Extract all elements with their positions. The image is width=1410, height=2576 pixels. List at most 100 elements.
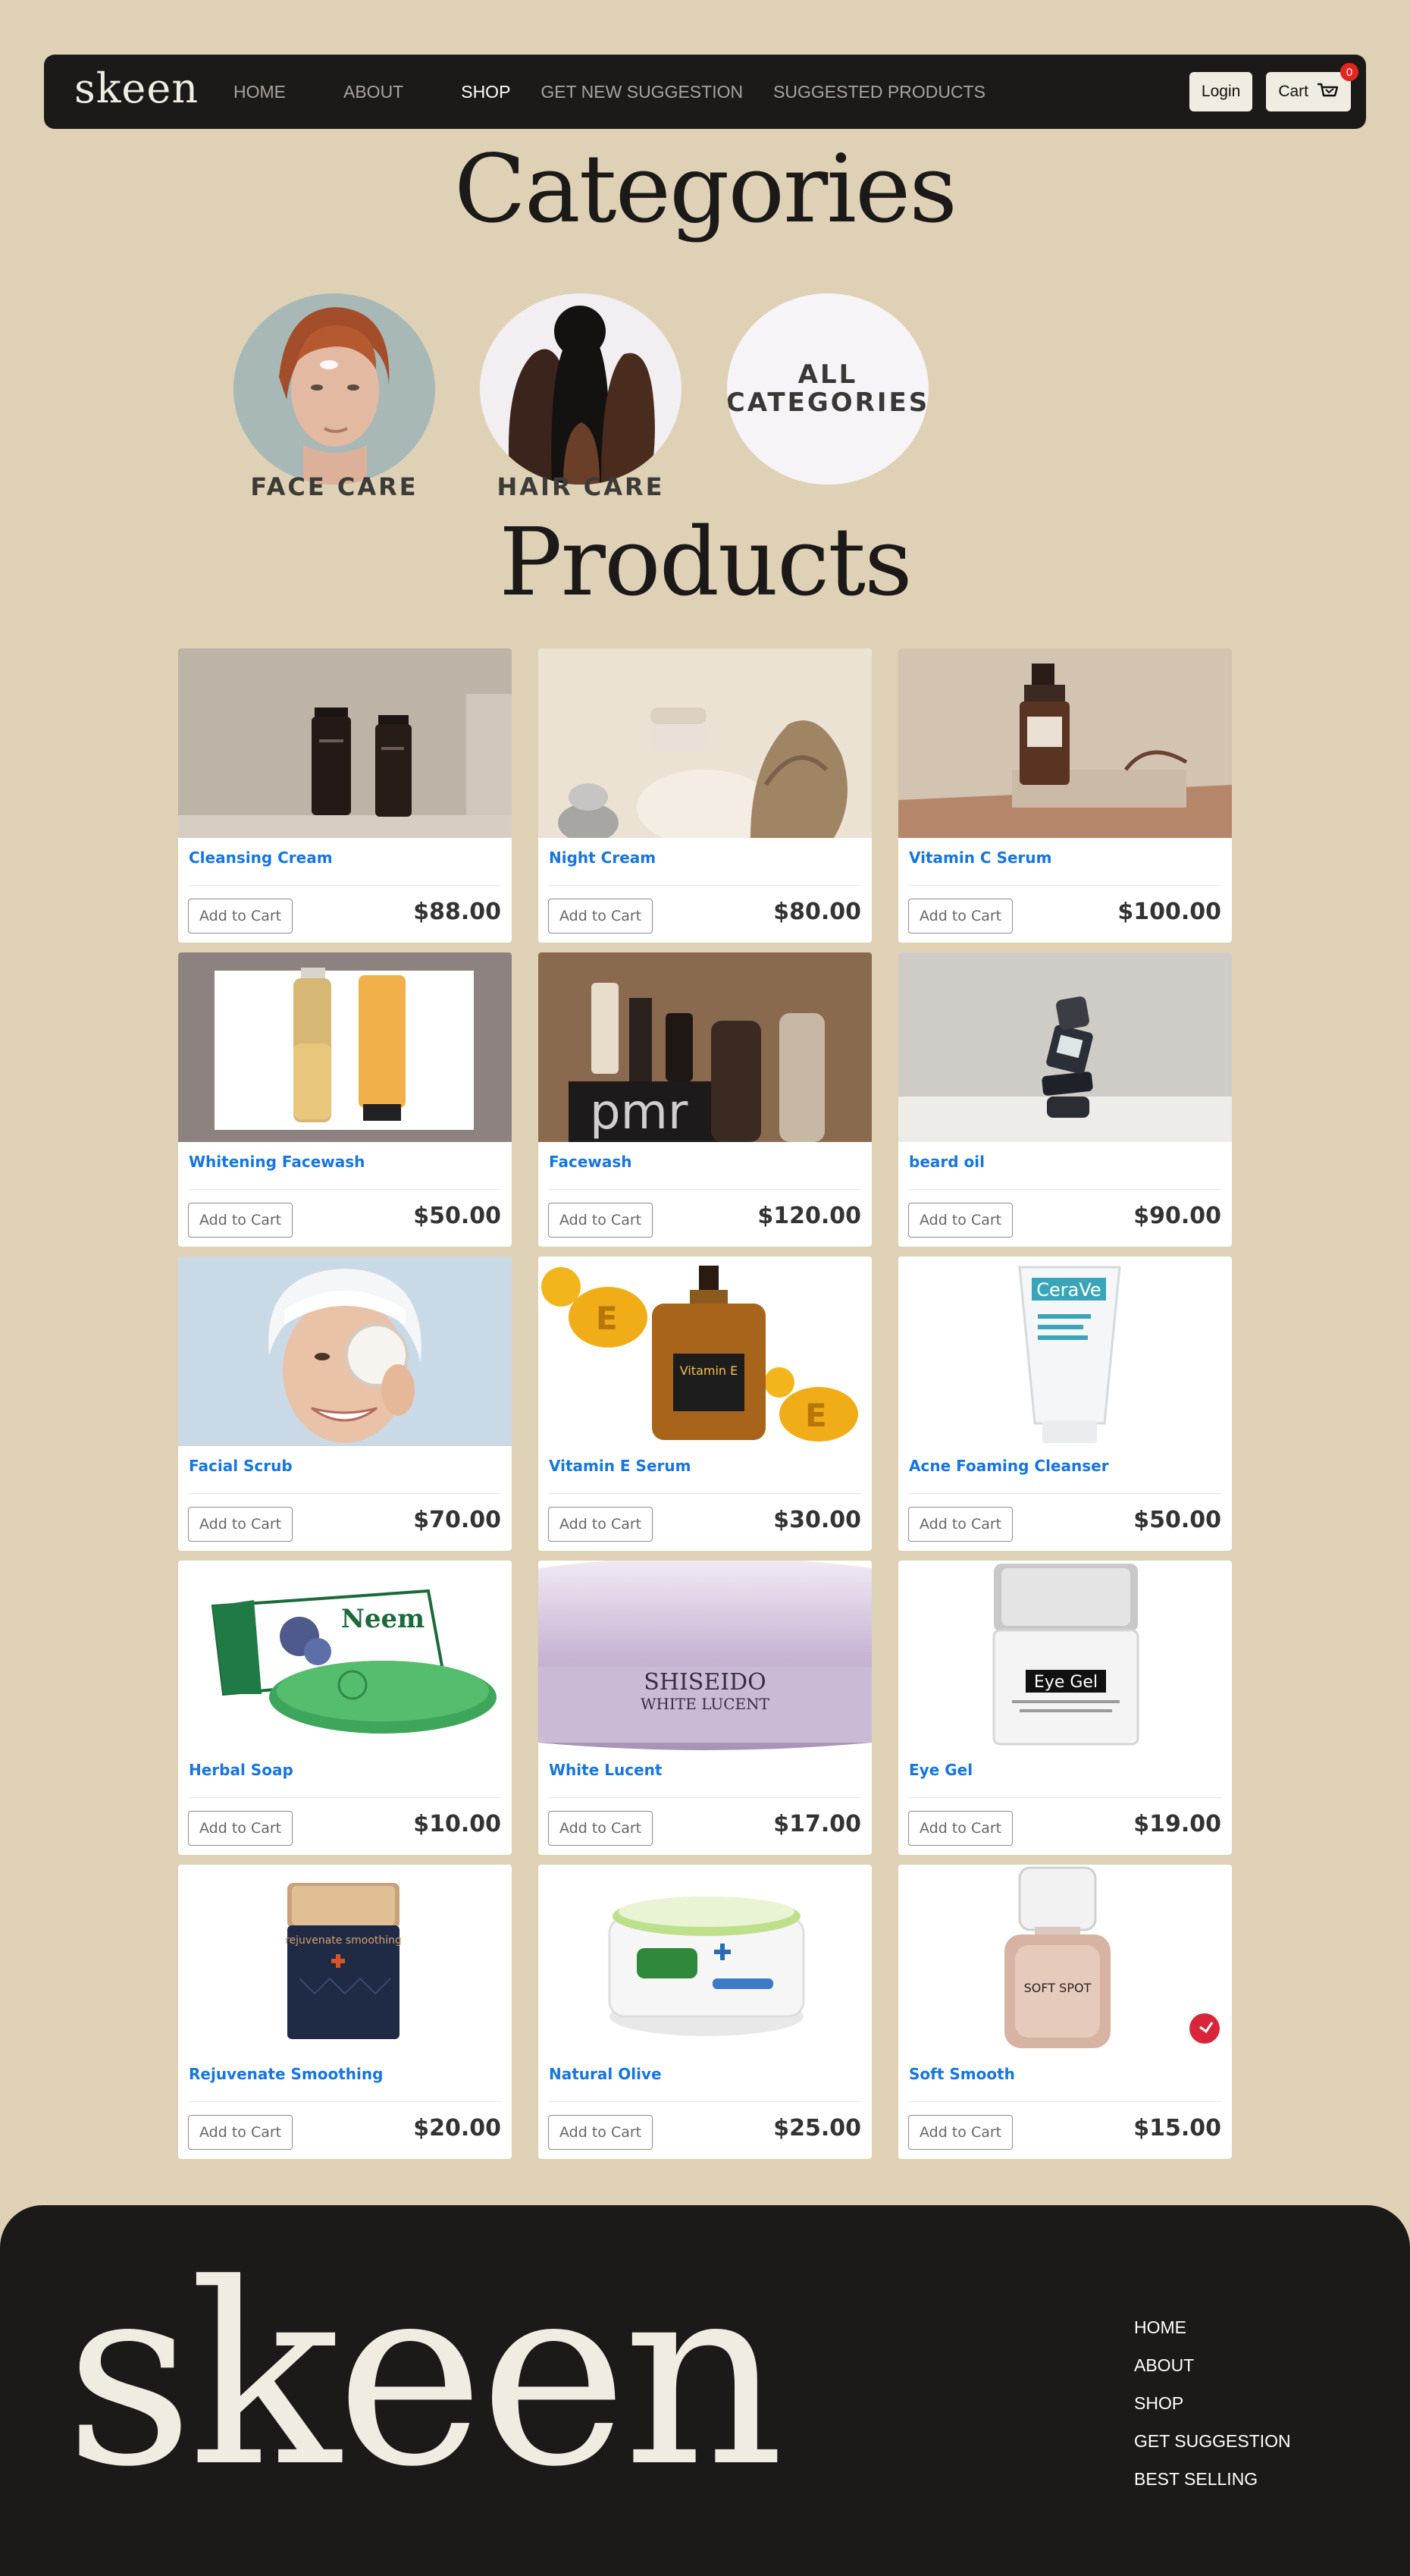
product-name[interactable]: Night Cream xyxy=(549,849,656,867)
product-name[interactable]: beard oil xyxy=(909,1153,985,1171)
add-to-cart-button[interactable]: Add to Cart xyxy=(188,1507,293,1542)
product-name[interactable]: Natural Olive xyxy=(549,2065,662,2083)
amber-jars-image xyxy=(178,648,512,838)
product-price: $17.00 xyxy=(773,1811,861,1837)
add-to-cart-button[interactable]: Add to Cart xyxy=(548,1203,653,1238)
card-divider xyxy=(549,1189,861,1190)
footer-brand-logo: skeen xyxy=(65,2230,784,2521)
stacked-jars-image xyxy=(898,952,1232,1142)
footer-link-shop[interactable]: SHOP xyxy=(1134,2393,1291,2414)
product-grid: Cleansing Cream Add to Cart $88.00 Night… xyxy=(178,648,1232,2159)
add-to-cart-button[interactable]: Add to Cart xyxy=(548,2115,653,2150)
add-to-cart-button[interactable]: Add to Cart xyxy=(188,1811,293,1846)
product-price: $50.00 xyxy=(413,1203,501,1229)
product-name[interactable]: Vitamin E Serum xyxy=(549,1457,691,1475)
cart-count-badge: 0 xyxy=(1340,63,1358,81)
add-to-cart-button[interactable]: Add to Cart xyxy=(548,1811,653,1846)
footer: skeen HOME ABOUT SHOP GET SUGGESTION BES… xyxy=(0,2205,1410,2576)
card-divider xyxy=(189,1189,501,1190)
footer-link-about[interactable]: ABOUT xyxy=(1134,2355,1291,2376)
hair-care-image xyxy=(480,293,682,485)
add-to-cart-button[interactable]: Add to Cart xyxy=(188,2115,293,2150)
product-card: E E Vitamin E Vitamin E Serum Add to Car… xyxy=(538,1257,872,1551)
add-to-cart-button[interactable]: Add to Cart xyxy=(908,1811,1014,1846)
category-face-care[interactable]: FACE CARE xyxy=(233,293,435,501)
add-to-cart-button[interactable]: Add to Cart xyxy=(908,899,1014,933)
product-card: Night Cream Add to Cart $80.00 xyxy=(538,648,872,943)
product-price: $20.00 xyxy=(413,2115,501,2141)
vitamin-e-label: Vitamin E xyxy=(680,1363,738,1378)
product-name[interactable]: Cleansing Cream xyxy=(189,849,333,867)
nav-link-get-new-suggestion[interactable]: GET NEW SUGGESTION xyxy=(540,82,743,102)
nav-link-shop[interactable]: SHOP xyxy=(461,82,510,102)
product-card: Vitamin C Serum Add to Cart $100.00 xyxy=(898,648,1232,943)
product-card: pmr Facewash Add to Cart $120.00 xyxy=(538,952,872,1247)
category-label-hair-care: HAIR CARE xyxy=(497,472,665,501)
product-name[interactable]: White Lucent xyxy=(549,1761,662,1779)
nav-link-about[interactable]: ABOUT xyxy=(343,82,403,102)
product-card: Eye Gel Eye Gel Add to Cart $19.00 xyxy=(898,1561,1232,1855)
footer-link-home[interactable]: HOME xyxy=(1134,2317,1291,2338)
face-care-image xyxy=(233,293,435,485)
product-name[interactable]: Facial Scrub xyxy=(189,1457,293,1475)
all-categories-circle: ALL CATEGORIES xyxy=(727,293,929,485)
product-name[interactable]: Soft Smooth xyxy=(909,2065,1015,2083)
card-divider xyxy=(189,885,501,886)
navy-jar-image: rejuvenate smoothing xyxy=(178,1865,512,2054)
footer-link-best-selling[interactable]: BEST SELLING xyxy=(1134,2469,1291,2490)
category-all[interactable]: ALL CATEGORIES xyxy=(727,293,929,485)
cerave-label: CeraVe xyxy=(1036,1279,1101,1301)
product-name[interactable]: Herbal Soap xyxy=(189,1761,293,1779)
card-divider xyxy=(189,2101,501,2102)
card-divider xyxy=(189,1797,501,1798)
product-price: $88.00 xyxy=(413,899,501,925)
product-card: Neem Herbal Soap Add to Cart $10.00 xyxy=(178,1561,512,1855)
product-price: $25.00 xyxy=(773,2115,861,2141)
product-name[interactable]: Whitening Facewash xyxy=(189,1153,365,1171)
shiseido-brand-label: SHISEIDO xyxy=(644,1669,766,1696)
product-price: $80.00 xyxy=(773,899,861,925)
product-name[interactable]: Acne Foaming Cleanser xyxy=(909,1457,1109,1475)
neem-soap-image: Neem xyxy=(178,1561,512,1750)
add-to-cart-button[interactable]: Add to Cart xyxy=(548,899,653,933)
svg-text:E: E xyxy=(596,1300,618,1337)
navbar: skeen HOME ABOUT SHOP GET NEW SUGGESTION… xyxy=(44,55,1366,129)
product-name[interactable]: Rejuvenate Smoothing xyxy=(189,2065,383,2083)
add-to-cart-button[interactable]: Add to Cart xyxy=(908,2115,1014,2150)
card-divider xyxy=(909,2101,1221,2102)
product-card: SOFT SPOT Soft Smooth Add to Cart $15.00 xyxy=(898,1865,1232,2159)
serum-bottle-image xyxy=(898,648,1232,838)
svg-text:E: E xyxy=(805,1397,827,1434)
brand-logo[interactable]: skeen xyxy=(74,68,198,109)
facewash-bottles-image xyxy=(178,952,512,1142)
product-price: $15.00 xyxy=(1133,2115,1221,2141)
nav-link-home[interactable]: HOME xyxy=(233,82,286,102)
product-name[interactable]: Vitamin C Serum xyxy=(909,849,1052,867)
add-to-cart-button[interactable]: Add to Cart xyxy=(548,1507,653,1542)
category-hair-care[interactable]: HAIR CARE xyxy=(480,293,682,501)
cream-jar-stones-image xyxy=(538,648,872,838)
product-name[interactable]: Eye Gel xyxy=(909,1761,973,1779)
card-divider xyxy=(549,885,861,886)
add-to-cart-button[interactable]: Add to Cart xyxy=(188,899,293,933)
perfume-bottle-image: SOFT SPOT xyxy=(898,1865,1232,2054)
add-to-cart-button[interactable]: Add to Cart xyxy=(908,1203,1014,1238)
login-button[interactable]: Login xyxy=(1189,72,1253,111)
nav-link-suggested-products[interactable]: SUGGESTED PRODUCTS xyxy=(773,82,985,102)
cart-button[interactable]: Cart 0 xyxy=(1266,63,1358,111)
product-name[interactable]: Facewash xyxy=(549,1153,632,1171)
footer-link-get-suggestion[interactable]: GET SUGGESTION xyxy=(1134,2431,1291,2452)
categories-heading: Categories xyxy=(454,135,957,244)
shiseido-jar-image: SHISEIDO WHITE LUCENT xyxy=(538,1561,872,1750)
product-card: Cleansing Cream Add to Cart $88.00 xyxy=(178,648,512,943)
olive-cream-jar-image xyxy=(538,1865,872,2054)
nav-links: HOME ABOUT SHOP GET NEW SUGGESTION SUGGE… xyxy=(233,82,1016,102)
card-divider xyxy=(549,1797,861,1798)
add-to-cart-button[interactable]: Add to Cart xyxy=(188,1203,293,1238)
woman-towel-image xyxy=(178,1257,512,1446)
product-card: SHISEIDO WHITE LUCENT White Lucent Add t… xyxy=(538,1561,872,1855)
card-divider xyxy=(909,1493,1221,1494)
add-to-cart-button[interactable]: Add to Cart xyxy=(908,1507,1014,1542)
products-heading: Products xyxy=(499,508,913,617)
product-card: Whitening Facewash Add to Cart $50.00 xyxy=(178,952,512,1247)
